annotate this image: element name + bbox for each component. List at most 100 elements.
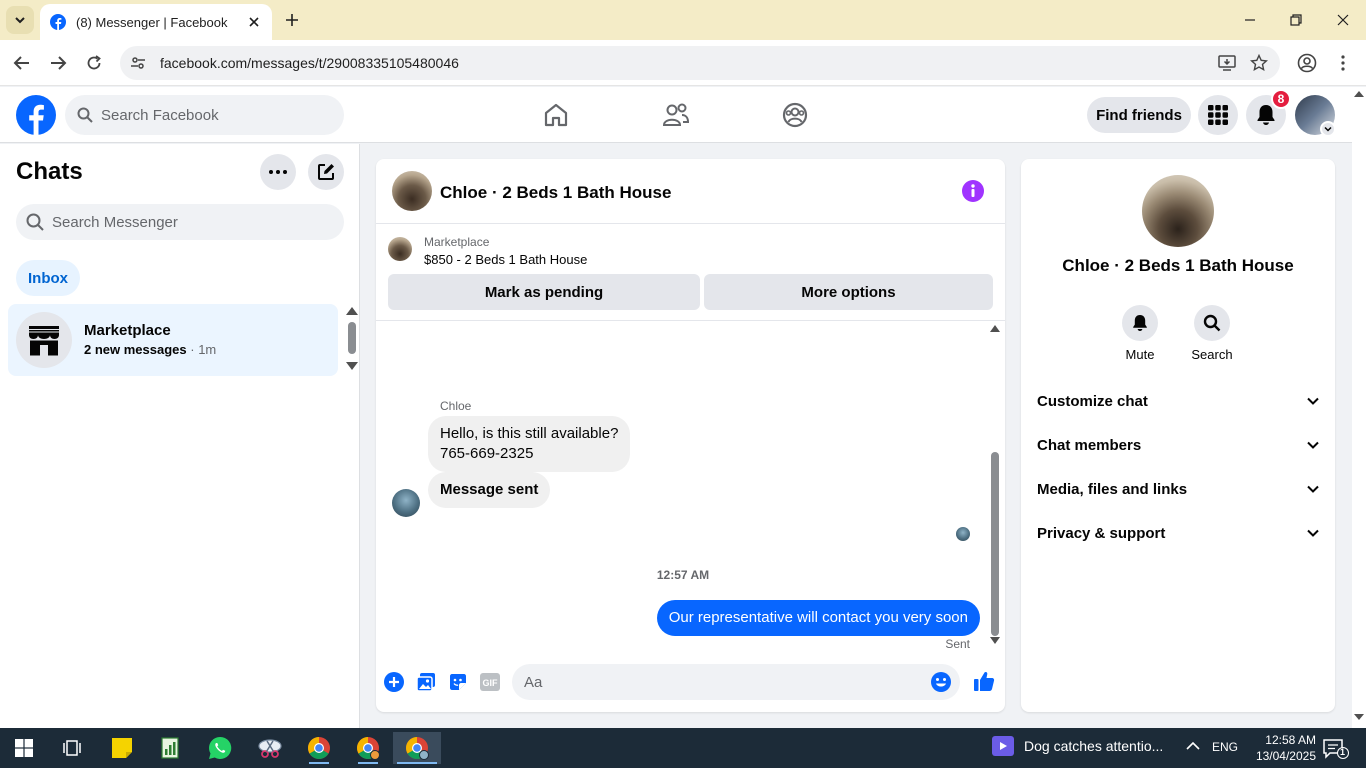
home-icon [544, 103, 568, 127]
listing-thumbnail[interactable] [388, 237, 412, 261]
site-settings-icon[interactable] [130, 55, 146, 71]
search-in-conversation-button[interactable] [1194, 305, 1230, 341]
scroll-down-arrow-icon[interactable] [1354, 714, 1364, 720]
nav-friends[interactable] [656, 97, 696, 133]
conversation-title[interactable]: Chloe · 2 Beds 1 Bath House [440, 183, 671, 203]
back-button[interactable] [9, 50, 35, 76]
clock-date: 13/04/2025 [1255, 749, 1316, 763]
incoming-message-bubble[interactable]: Message sent [428, 472, 551, 508]
minimize-icon [1245, 19, 1255, 21]
chat-members-section[interactable]: Chat members [1029, 425, 1327, 465]
restore-button[interactable] [1284, 8, 1308, 32]
browser-tab-messenger[interactable]: (8) Messenger | Facebook [40, 4, 272, 40]
listing-title[interactable]: $850 - 2 Beds 1 Bath House [424, 252, 587, 267]
facebook-search-input[interactable] [101, 106, 332, 124]
bookmark-button[interactable] [1248, 52, 1270, 74]
install-app-button[interactable] [1216, 52, 1238, 74]
mark-as-pending-button[interactable]: Mark as pending [388, 274, 700, 310]
conversation-avatar[interactable] [392, 171, 432, 211]
info-icon[interactable] [962, 180, 984, 202]
mute-button[interactable] [1122, 305, 1158, 341]
new-tab-button[interactable] [282, 10, 302, 30]
close-window-button[interactable] [1331, 8, 1355, 32]
chrome-taskbar-icon[interactable] [299, 732, 339, 764]
messenger-search-box[interactable] [16, 204, 344, 240]
info-panel-avatar[interactable] [1142, 175, 1214, 247]
facebook-logo-icon[interactable] [16, 95, 56, 135]
scroll-up-arrow-icon[interactable] [346, 307, 358, 315]
message-status: Sent [945, 637, 970, 651]
incoming-message-bubble[interactable]: Hello, is this still available? 765-669-… [428, 416, 631, 472]
system-clock[interactable]: 12:58 AM 13/04/2025 [1246, 732, 1316, 764]
tab-search-button[interactable] [6, 6, 34, 34]
scroll-up-arrow-icon[interactable] [990, 325, 1000, 332]
facebook-header: Find friends 8 [0, 87, 1352, 143]
facebook-search-box[interactable] [65, 95, 344, 135]
chat-list-scrollbar-thumb[interactable] [348, 322, 356, 354]
gif-button[interactable]: GIF [479, 671, 501, 693]
scroll-down-arrow-icon[interactable] [346, 362, 358, 370]
scroll-up-arrow-icon[interactable] [1354, 91, 1364, 97]
browser-toolbar: facebook.com/messages/t/2900833510548004… [0, 40, 1366, 86]
compose-icon [318, 164, 334, 180]
chat-options-button[interactable] [260, 154, 296, 190]
page-scrollbar[interactable] [1352, 87, 1366, 728]
scroll-down-arrow-icon[interactable] [990, 637, 1000, 644]
menu-button[interactable] [1198, 95, 1238, 135]
whatsapp-taskbar-icon[interactable] [200, 732, 240, 764]
account-menu-button[interactable] [1320, 121, 1336, 137]
like-button[interactable] [972, 669, 996, 693]
windows-logo-icon [15, 739, 33, 757]
minimize-button[interactable] [1238, 8, 1262, 32]
search-icon [77, 107, 93, 123]
news-headline: Dog catches attentio... [1024, 738, 1164, 754]
messenger-search-input[interactable] [52, 213, 334, 231]
inbox-filter-chip[interactable]: Inbox [16, 260, 80, 296]
nav-home[interactable] [536, 97, 576, 133]
input-language[interactable]: ENG [1212, 740, 1238, 754]
task-view-button[interactable] [52, 732, 92, 764]
tab-close-button[interactable] [246, 14, 262, 30]
url-text[interactable]: facebook.com/messages/t/2900833510548004… [160, 55, 1206, 71]
start-button[interactable] [4, 732, 44, 764]
chrome-profile-taskbar-icon[interactable] [348, 732, 388, 764]
task-view-icon [63, 740, 81, 756]
emoji-icon[interactable] [930, 671, 952, 693]
customize-chat-section[interactable]: Customize chat [1029, 381, 1327, 421]
media-files-links-section[interactable]: Media, files and links [1029, 469, 1327, 509]
message-text: Hello, is this still available? [440, 425, 619, 442]
message-input-box[interactable] [512, 664, 960, 700]
nav-groups[interactable] [775, 97, 815, 133]
new-message-button[interactable] [308, 154, 344, 190]
address-bar[interactable]: facebook.com/messages/t/2900833510548004… [120, 46, 1280, 80]
attach-photo-button[interactable] [415, 671, 437, 693]
more-actions-button[interactable] [383, 671, 405, 693]
browser-menu-button[interactable] [1332, 52, 1354, 74]
search-action[interactable]: Search [1182, 305, 1242, 362]
snipping-tool-taskbar-icon[interactable] [250, 732, 290, 764]
chat-list-item[interactable]: Marketplace 2 new messages · 1m [8, 304, 338, 376]
spreadsheet-taskbar-icon[interactable] [150, 732, 190, 764]
more-vertical-icon [1341, 55, 1345, 71]
search-icon [1203, 314, 1221, 332]
more-horizontal-icon [269, 170, 287, 174]
more-options-button[interactable]: More options [704, 274, 993, 310]
news-widget[interactable]: Dog catches attentio... [992, 736, 1163, 756]
sticker-button[interactable] [447, 671, 469, 693]
privacy-support-section[interactable]: Privacy & support [1029, 513, 1327, 553]
profile-button[interactable] [1296, 52, 1318, 74]
message-input[interactable] [524, 673, 930, 691]
sticky-notes-taskbar-icon[interactable] [102, 732, 142, 764]
conversation-scrollbar-thumb[interactable] [991, 452, 999, 636]
mute-action[interactable]: Mute [1110, 305, 1170, 362]
chrome-active-taskbar-icon[interactable] [393, 732, 441, 764]
tray-expand-button[interactable] [1186, 741, 1200, 751]
reload-button[interactable] [81, 50, 107, 76]
action-center-button[interactable]: 1 [1322, 738, 1350, 760]
sender-avatar[interactable] [392, 489, 420, 517]
forward-button[interactable] [45, 50, 71, 76]
conversation-info-panel: Chloe · 2 Beds 1 Bath House Mute Search … [1021, 159, 1335, 712]
find-friends-button[interactable]: Find friends [1087, 97, 1191, 133]
outgoing-message-bubble[interactable]: Our representative will contact you very… [656, 600, 980, 636]
friends-icon [662, 103, 690, 126]
